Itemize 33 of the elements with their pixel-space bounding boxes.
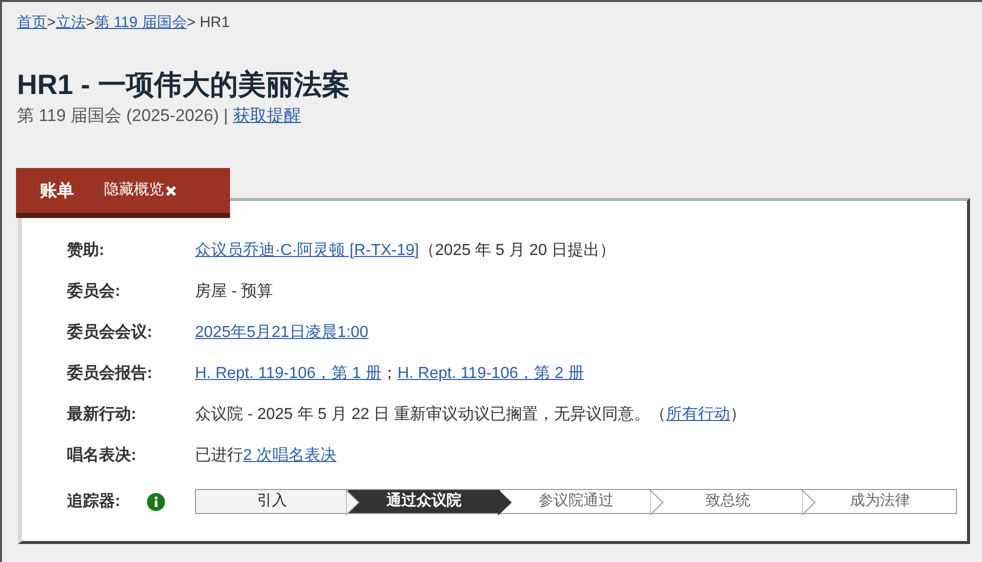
breadcrumb-link[interactable]: 首页 [17, 12, 47, 34]
value-text: （2025 年 5 月 20 日提出） [419, 240, 616, 261]
breadcrumb-link[interactable]: 第 119 届国会 [94, 12, 187, 34]
value-text: 众议院 - 2025 年 5 月 22 日 重新审议动议已搁置，无异议同意。（ [195, 404, 666, 425]
bill-tab[interactable]: 账单 [16, 178, 98, 204]
field-label: 委员会报告: [67, 363, 154, 384]
value-text: ； [381, 364, 398, 384]
field-label: 唱名表决: [67, 446, 138, 466]
field-label: 委员会会议: [67, 322, 154, 343]
close-icon [165, 184, 177, 196]
page-title: HR1 - 一项伟大的美丽法案 [16, 68, 351, 102]
link[interactable]: H. Rept. 119-106，第 2 册 [397, 362, 584, 386]
value-text: 已进行 [195, 446, 243, 466]
field-label: 委员会: [67, 281, 122, 302]
value-text: ） [730, 405, 746, 425]
info-icon[interactable] [147, 492, 165, 510]
hide-overview-button[interactable]: 隐藏概览 [104, 179, 177, 202]
link[interactable]: 众议员乔迪·C·阿灵顿 [R-TX-19] [195, 239, 419, 263]
alerts-link[interactable]: 获取提醒 [233, 102, 302, 128]
breadcrumb-link[interactable]: 立法 [56, 12, 86, 34]
link[interactable]: 2 次唱名表决 [243, 444, 336, 468]
field-label: 最新行动: [67, 404, 138, 425]
breadcrumb-text: > [86, 13, 95, 33]
field-label: 赞助: [67, 240, 106, 261]
link[interactable]: 2025年5月21日凌晨1:00 [195, 321, 368, 345]
field-label: 追踪器: [67, 491, 122, 512]
breadcrumb-text: > HR1 [186, 13, 230, 33]
chevron-icon [498, 490, 512, 515]
link[interactable]: H. Rept. 119-106，第 1 册 [195, 362, 382, 386]
breadcrumb-text: > [47, 13, 56, 33]
congress-text: 第 119 届国会 (2025-2026) | [17, 104, 228, 127]
value-text: 房屋 - 预算 [195, 282, 274, 302]
link[interactable]: 所有行动 [666, 403, 730, 427]
